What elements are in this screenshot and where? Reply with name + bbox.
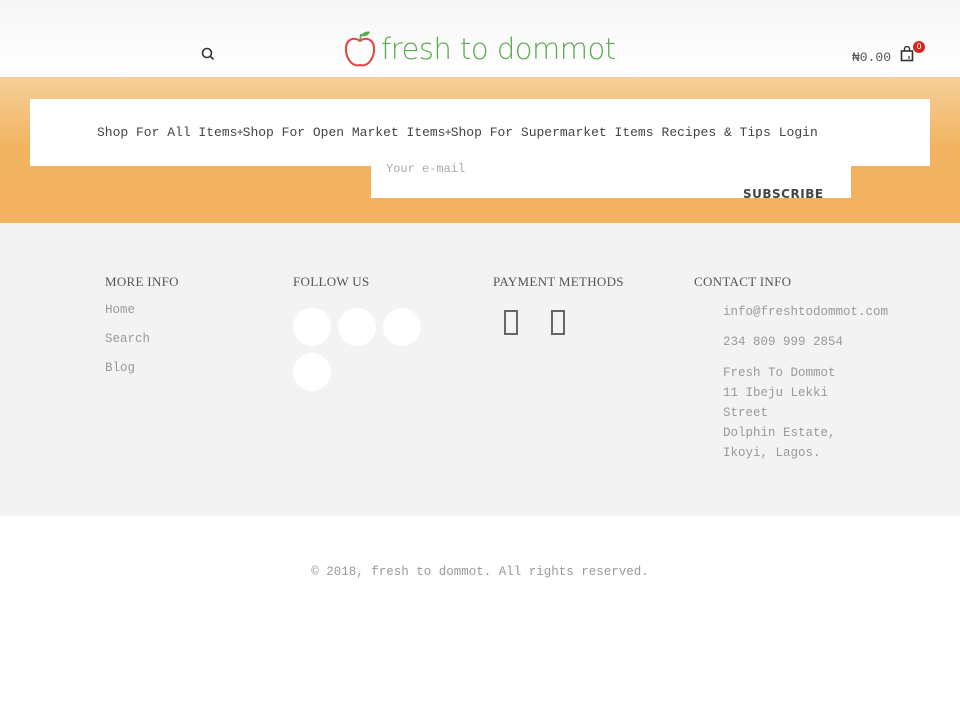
logo-text: fresh to dommot xyxy=(381,32,616,66)
social-icon[interactable] xyxy=(383,308,421,346)
payment-column: PAYMENT METHODS xyxy=(493,274,624,290)
payment-card-icon xyxy=(504,310,518,335)
contact-email[interactable]: info@freshtodommot.com xyxy=(723,302,888,322)
address-line: 11 Ibeju Lekki xyxy=(723,386,829,400)
footer-link-home[interactable]: Home xyxy=(105,302,179,319)
follow-us-column: FOLLOW US xyxy=(293,274,370,290)
address-line: Dolphin Estate, xyxy=(723,426,836,440)
more-info-column: MORE INFO Home Search Blog xyxy=(105,274,179,377)
nav-recipes-tips[interactable]: Recipes & Tips xyxy=(662,125,771,140)
apple-logo-icon xyxy=(344,31,376,67)
social-icon[interactable] xyxy=(293,353,331,391)
contact-address: Fresh To Dommot 11 Ibeju Lekki Street Do… xyxy=(723,363,836,463)
footer-link-search[interactable]: Search xyxy=(105,331,179,348)
follow-us-heading: FOLLOW US xyxy=(293,274,370,289)
nav-login[interactable]: Login xyxy=(779,125,818,140)
payment-card-icon xyxy=(551,310,565,335)
nav-supermarket[interactable]: Shop For Supermarket Items xyxy=(451,125,654,140)
search-icon[interactable] xyxy=(201,47,215,61)
shopping-bag-icon[interactable] xyxy=(900,46,914,62)
copyright: © 2018, fresh to dommot. All rights rese… xyxy=(311,565,649,579)
contact-column: CONTACT INFO xyxy=(694,274,791,290)
address-line: Street xyxy=(723,406,769,420)
footer-link-blog[interactable]: Blog xyxy=(105,360,179,377)
address-line: Fresh To Dommot xyxy=(723,366,836,380)
nav-open-market[interactable]: Shop For Open Market Items xyxy=(243,125,446,140)
social-icon[interactable] xyxy=(293,308,331,346)
logo[interactable]: fresh to dommot xyxy=(343,30,616,68)
payment-heading: PAYMENT METHODS xyxy=(493,274,624,289)
cart-total[interactable]: ₦0.00 xyxy=(852,50,891,65)
address-line: Ikoyi, Lagos. xyxy=(723,446,821,460)
cart-count-badge: 0 xyxy=(913,41,925,53)
contact-phone: 234 809 999 2854 xyxy=(723,335,844,349)
nav-shop-all[interactable]: Shop For All Items xyxy=(97,125,237,140)
email-input[interactable] xyxy=(386,162,686,176)
subscribe-button[interactable]: SUBSCRIBE xyxy=(743,187,824,201)
newsletter-form: SUBSCRIBE xyxy=(371,162,851,201)
main-nav: Shop For All Items + Shop For Open Market… xyxy=(30,99,930,166)
social-icon[interactable] xyxy=(338,308,376,346)
more-info-heading: MORE INFO xyxy=(105,274,179,289)
contact-heading: CONTACT INFO xyxy=(694,274,792,289)
site-header: fresh to dommot ₦0.00 0 xyxy=(0,0,960,77)
